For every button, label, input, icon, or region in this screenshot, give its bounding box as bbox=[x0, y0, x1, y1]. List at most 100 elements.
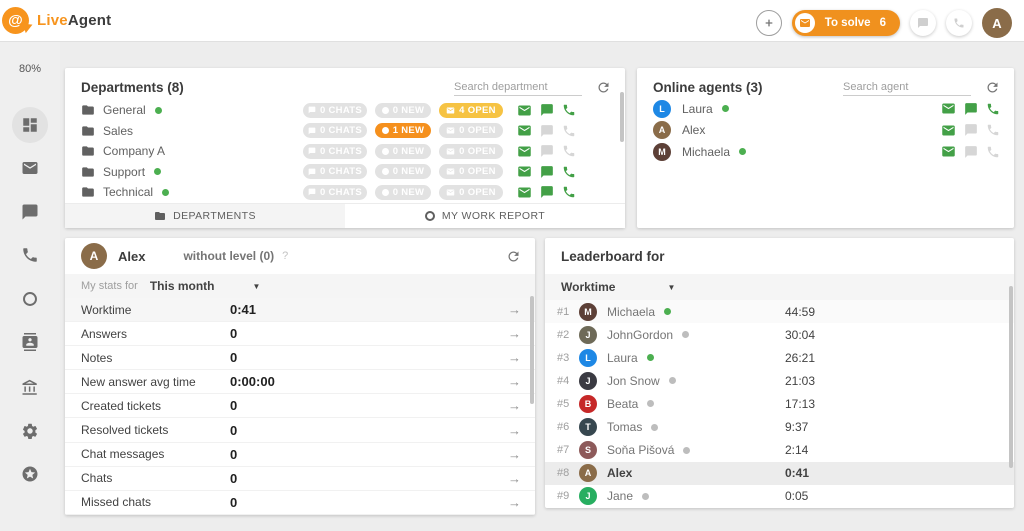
leaderboard-row[interactable]: #3 L Laura 26:21 bbox=[545, 346, 1014, 369]
leaderboard-metric-dropdown[interactable]: Worktime bbox=[561, 280, 615, 294]
sidebar-item-settings[interactable] bbox=[21, 422, 39, 440]
chat-icon[interactable] bbox=[964, 102, 978, 116]
chat-icon[interactable] bbox=[964, 145, 978, 159]
tab-departments[interactable]: DEPARTMENTS bbox=[65, 204, 345, 228]
tab-my-work-report[interactable]: MY WORK REPORT bbox=[345, 204, 625, 228]
arrow-right-icon[interactable]: → bbox=[508, 398, 521, 413]
arrow-right-icon[interactable]: → bbox=[508, 302, 521, 317]
chat-icon[interactable] bbox=[540, 165, 554, 179]
chat-icon[interactable] bbox=[540, 185, 554, 199]
mail-icon[interactable] bbox=[517, 103, 532, 118]
phone-icon[interactable] bbox=[986, 145, 1000, 159]
mail-icon[interactable] bbox=[941, 144, 956, 159]
offline-dot bbox=[682, 331, 690, 339]
mail-icon[interactable] bbox=[517, 185, 532, 200]
mail-icon[interactable] bbox=[517, 164, 532, 179]
leaderboard-row[interactable]: #5 B Beata 17:13 bbox=[545, 392, 1014, 415]
leaderboard-row[interactable]: #2 J JohnGordon 30:04 bbox=[545, 323, 1014, 346]
period-dropdown[interactable]: This month bbox=[150, 279, 215, 293]
my-stats-scrollbar[interactable] bbox=[530, 296, 534, 404]
stat-row[interactable]: Worktime 0:41 → bbox=[65, 298, 535, 323]
sidebar-item-tickets[interactable] bbox=[21, 159, 39, 177]
refresh-icon[interactable] bbox=[506, 249, 521, 264]
help-icon[interactable]: ? bbox=[282, 250, 288, 262]
new-badge: 1 NEW bbox=[375, 123, 431, 139]
department-row[interactable]: General 0 CHATS 0 NEW 4 OPEN bbox=[65, 100, 625, 121]
stat-row[interactable]: Answers 0 → bbox=[65, 322, 535, 347]
stat-row[interactable]: Resolved tickets 0 → bbox=[65, 418, 535, 443]
liveagent-logo[interactable]: @ LiveAgent bbox=[2, 7, 111, 34]
departments-scrollbar[interactable] bbox=[620, 92, 624, 142]
phone-icon[interactable] bbox=[562, 165, 576, 179]
leaderboard-row[interactable]: #1 M Michaela 44:59 bbox=[545, 300, 1014, 324]
leaderboard-row[interactable]: #4 J Jon Snow 21:03 bbox=[545, 369, 1014, 392]
leaderboard-row[interactable]: #7 S Soňa Pišová 2:14 bbox=[545, 439, 1014, 462]
leaderboard-title: Leaderboard for bbox=[561, 248, 665, 264]
arrow-right-icon[interactable]: → bbox=[508, 374, 521, 389]
department-row[interactable]: Company A 0 CHATS 0 NEW 0 OPEN bbox=[65, 141, 625, 162]
mail-icon[interactable] bbox=[517, 123, 532, 138]
search-agent-input[interactable] bbox=[843, 79, 971, 96]
folder-icon bbox=[81, 144, 95, 158]
phone-icon[interactable] bbox=[986, 102, 1000, 116]
mail-icon[interactable] bbox=[517, 144, 532, 159]
agent-row[interactable]: A Alex bbox=[637, 120, 1014, 142]
sidebar-item-gamification[interactable] bbox=[21, 465, 39, 483]
arrow-right-icon[interactable]: → bbox=[508, 326, 521, 341]
arrow-right-icon[interactable]: → bbox=[508, 423, 521, 438]
sidebar-item-calls[interactable] bbox=[21, 246, 39, 264]
agent-row[interactable]: L Laura bbox=[637, 98, 1014, 120]
phone-icon[interactable] bbox=[562, 185, 576, 199]
metric-value: 21:03 bbox=[785, 373, 816, 388]
department-row[interactable]: Sales 0 CHATS 1 NEW 0 OPEN bbox=[65, 121, 625, 142]
add-button[interactable] bbox=[755, 10, 782, 36]
chat-icon[interactable] bbox=[540, 124, 554, 138]
chat-icon[interactable] bbox=[540, 103, 554, 117]
clock-ring-icon bbox=[424, 211, 435, 221]
chevron-down-icon[interactable]: ▼ bbox=[253, 282, 261, 291]
sidebar-item-contacts[interactable] bbox=[21, 333, 39, 351]
phone-icon[interactable] bbox=[986, 123, 1000, 137]
sidebar-item-dashboard[interactable] bbox=[21, 116, 39, 134]
refresh-icon[interactable] bbox=[985, 80, 1000, 95]
arrow-right-icon[interactable]: → bbox=[508, 471, 521, 486]
arrow-right-icon[interactable]: → bbox=[508, 350, 521, 365]
user-avatar[interactable]: A bbox=[982, 8, 1012, 38]
agent-row[interactable]: M Michaela bbox=[637, 141, 1014, 163]
sidebar-item-chats[interactable] bbox=[21, 203, 39, 221]
chat-icon[interactable] bbox=[540, 144, 554, 158]
department-name: Company A bbox=[103, 144, 166, 159]
search-department-input[interactable] bbox=[454, 79, 582, 96]
leaderboard-row[interactable]: #6 T Tomas 9:37 bbox=[545, 415, 1014, 438]
phone-icon[interactable] bbox=[562, 124, 576, 138]
stat-row[interactable]: Created tickets 0 → bbox=[65, 394, 535, 419]
chat-icon[interactable] bbox=[964, 123, 978, 137]
stat-row[interactable]: Chats 0 → bbox=[65, 467, 535, 491]
header-chat-button[interactable] bbox=[910, 10, 936, 36]
stat-row[interactable]: Notes 0 → bbox=[65, 346, 535, 371]
stat-row[interactable]: New answer avg time 0:00:00 → bbox=[65, 370, 535, 395]
phone-icon[interactable] bbox=[562, 103, 576, 117]
leaderboard-row[interactable]: #9 J Jane 0:05 bbox=[545, 485, 1014, 508]
chevron-down-icon[interactable]: ▼ bbox=[667, 283, 675, 292]
department-row[interactable]: Support 0 CHATS 0 NEW 0 OPEN bbox=[65, 162, 625, 183]
leaderboard-row[interactable]: #8 A Alex 0:41 bbox=[545, 461, 1014, 485]
offline-dot bbox=[647, 400, 655, 408]
online-dot bbox=[154, 168, 162, 176]
department-row[interactable]: Technical 0 CHATS 0 NEW 0 OPEN bbox=[65, 182, 625, 203]
header-phone-button[interactable] bbox=[946, 10, 972, 36]
to-solve-button[interactable]: To solve 6 bbox=[791, 10, 900, 36]
arrow-right-icon[interactable]: → bbox=[508, 495, 521, 510]
stat-row[interactable]: Chat messages 0 → bbox=[65, 443, 535, 467]
mail-icon[interactable] bbox=[941, 101, 956, 116]
sidebar-item-online-visitors[interactable] bbox=[21, 290, 39, 308]
leaderboard-scrollbar[interactable] bbox=[1009, 286, 1013, 468]
sidebar-item-companies[interactable] bbox=[21, 379, 39, 397]
mail-icon[interactable] bbox=[941, 123, 956, 138]
phone-icon[interactable] bbox=[562, 144, 576, 158]
refresh-icon[interactable] bbox=[596, 80, 611, 95]
stat-value: 0 bbox=[230, 470, 238, 486]
arrow-right-icon[interactable]: → bbox=[508, 447, 521, 462]
stat-row[interactable]: Missed chats 0 → bbox=[65, 491, 535, 515]
agent-name: Laura bbox=[607, 350, 638, 365]
